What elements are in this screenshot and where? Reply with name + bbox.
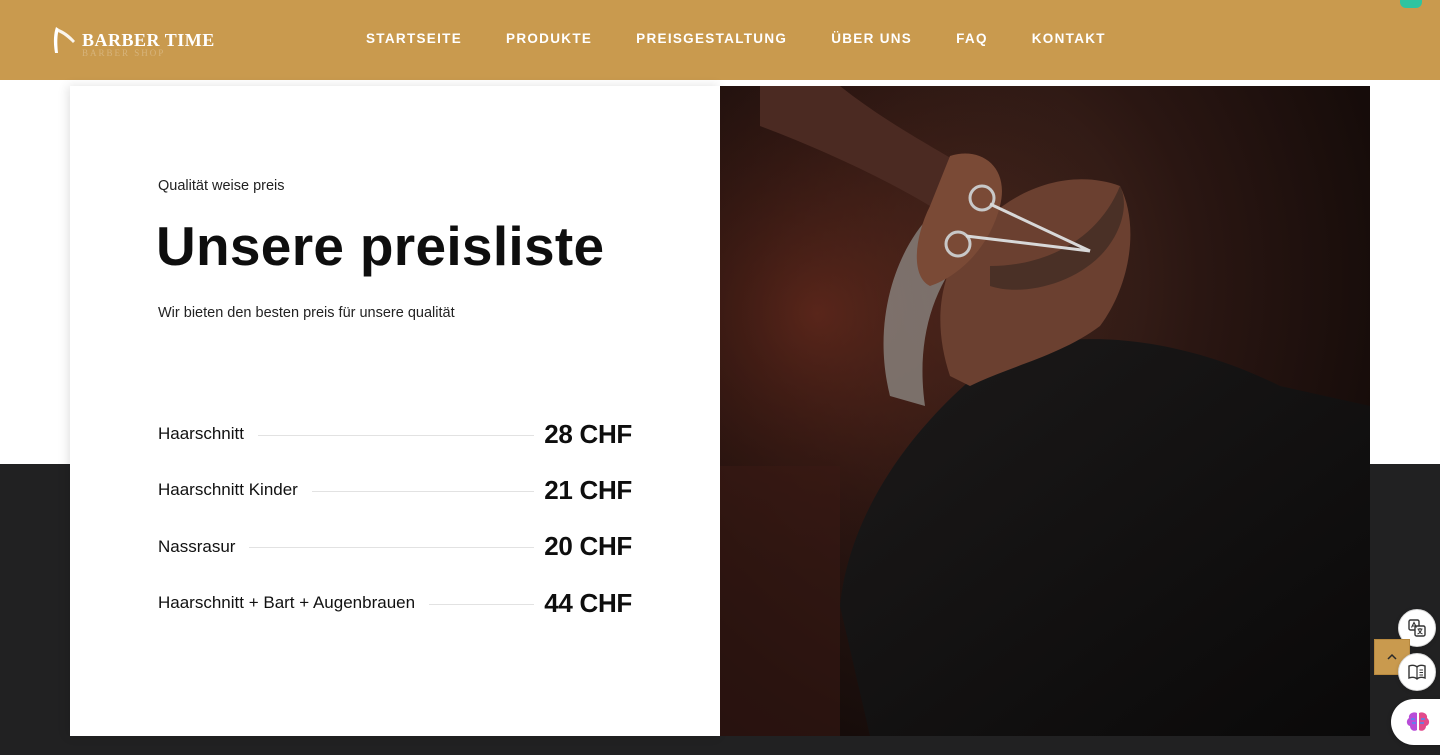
brand-subtitle: BARBER SHOP: [82, 48, 166, 58]
book-icon: [1408, 664, 1426, 680]
barber-photo: [720, 86, 1370, 736]
price-item-value: 28 CHF: [544, 418, 632, 449]
price-row: Haarschnitt Kinder 21 CHF: [158, 462, 632, 518]
price-item-value: 21 CHF: [544, 474, 632, 505]
extension-badge[interactable]: [1400, 0, 1422, 8]
price-item-value: 44 CHF: [544, 587, 632, 618]
nav-item-ueber-uns[interactable]: ÜBER UNS: [831, 31, 912, 46]
pricing-subtitle: Wir bieten den besten preis für unsere q…: [158, 305, 455, 321]
price-item-name: Haarschnitt + Bart + Augenbrauen: [158, 593, 416, 613]
price-divider: [257, 434, 535, 436]
price-divider: [429, 603, 535, 605]
barber-photo-illustration: [720, 86, 1370, 736]
reader-mode-button[interactable]: [1398, 653, 1436, 691]
nav-item-kontakt[interactable]: KONTAKT: [1032, 31, 1106, 46]
razor-icon: [53, 27, 75, 53]
price-item-name: Nassrasur: [158, 536, 236, 556]
translate-icon: [1408, 619, 1426, 637]
chevron-up-icon: [1387, 653, 1397, 660]
nav-item-startseite[interactable]: STARTSEITE: [366, 31, 462, 46]
pricing-card: Qualität weise preis Unsere preisliste W…: [70, 86, 720, 736]
price-row: Haarschnitt 28 CHF: [158, 406, 632, 462]
price-list: Haarschnitt 28 CHF Haarschnitt Kinder 21…: [158, 406, 632, 631]
nav-item-preisgestaltung[interactable]: PREISGESTALTUNG: [636, 31, 787, 46]
nav-item-faq[interactable]: FAQ: [956, 31, 988, 46]
price-divider: [311, 490, 535, 492]
price-item-name: Haarschnitt Kinder: [158, 480, 298, 500]
price-row: Haarschnitt + Bart + Augenbrauen 44 CHF: [158, 575, 632, 631]
ai-assistant-button[interactable]: [1391, 699, 1440, 745]
pricing-eyebrow: Qualität weise preis: [158, 178, 285, 194]
nav-item-produkte[interactable]: PRODUKTE: [506, 31, 592, 46]
brain-icon: [1406, 712, 1430, 731]
price-item-name: Haarschnitt: [158, 424, 244, 444]
pricing-title: Unsere preisliste: [156, 215, 605, 277]
site-header: BARBER TIME BARBER SHOP STARTSEITE PRODU…: [0, 0, 1440, 80]
price-item-value: 20 CHF: [544, 531, 632, 562]
price-divider: [249, 547, 535, 549]
main-nav: STARTSEITE PRODUKTE PREISGESTALTUNG ÜBER…: [366, 31, 1106, 46]
brand-logo[interactable]: BARBER TIME BARBER SHOP: [50, 22, 215, 58]
price-row: Nassrasur 20 CHF: [158, 519, 632, 575]
